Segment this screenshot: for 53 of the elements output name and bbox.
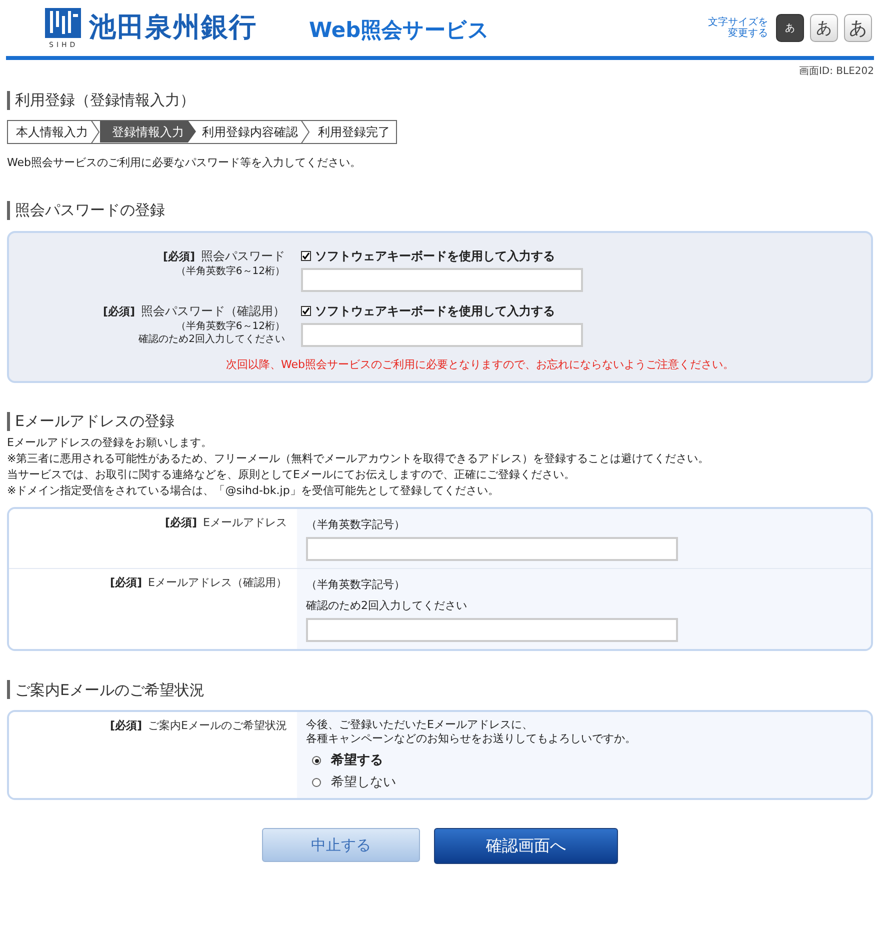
field-hint: 確認のため2回入力してください	[138, 333, 285, 346]
password-field[interactable]	[301, 322, 583, 346]
field-label: Eメールアドレス	[203, 514, 287, 530]
section-heading: Eメールアドレスの登録	[15, 411, 174, 432]
required-label: [必須]	[110, 718, 142, 734]
checkbox[interactable]	[301, 306, 311, 316]
field-label: ご案内Eメールのご希望状況	[148, 718, 287, 734]
note-text: Eメールアドレスの登録をお願いします。	[7, 434, 213, 450]
warning-text: 次回以降、Web照会サービスのご利用に必要となりますので、お忘れにならないようご注意ください。	[226, 356, 734, 372]
field-hint: （半角英数字記号）	[306, 516, 406, 532]
confirm-button[interactable]: 確認画面へ	[434, 828, 618, 864]
intro-text: Web照会サービスのご利用に必要なパスワード等を入力してください。	[7, 154, 362, 170]
field-hint: （半角英数字記号）	[306, 576, 406, 592]
section-heading: ご案内Eメールのご希望状況	[15, 680, 204, 700]
field-hint: （半角英数字6～12桁）	[176, 265, 285, 278]
font-size-label: 変更する	[728, 28, 768, 39]
radio-button[interactable]	[312, 756, 321, 766]
email-field[interactable]	[306, 618, 678, 642]
service-title: Web照会サービス	[309, 17, 490, 44]
font-size-label: 文字サイズを	[708, 17, 768, 28]
field-hint: 確認のため2回入力してください	[306, 598, 468, 614]
field-label: 照会パスワード	[201, 248, 285, 264]
question-text: 今後、ご登録いただいたEメールアドレスに、	[306, 718, 534, 732]
field-hint: （半角英数字6～12桁）	[176, 320, 285, 333]
step-label: 利用登録完了	[318, 124, 390, 140]
checkbox-label: ソフトウェアキーボードを使用して入力する	[315, 302, 555, 320]
field-label: Eメールアドレス（確認用）	[148, 574, 287, 590]
required-label: [必須]	[164, 514, 198, 530]
section-heading: 照会パスワードの登録	[15, 200, 165, 221]
question-text: 各種キャンペーンなどのお知らせをお送りしてもよろしいですか。	[306, 732, 637, 746]
radio-label: 希望する	[331, 752, 383, 770]
bank-name: 池田泉州銀行	[89, 12, 257, 44]
step-label: 利用登録内容確認	[202, 124, 298, 140]
note-text: 当サービスでは、お取引に関する連絡などを、原則としてEメールにてお伝えしますので、正確にご登録ください。	[7, 466, 576, 482]
radio-label: 希望しない	[331, 774, 396, 792]
field-label: 照会パスワード（確認用）	[141, 302, 285, 320]
required-label: [必須]	[102, 304, 135, 320]
required-label: [必須]	[162, 248, 195, 264]
email-field[interactable]	[306, 536, 678, 560]
page-title: 利用登録（登録情報入力）	[15, 90, 195, 111]
note-text: ※第三者に悪用される可能性があるため、フリーメール（無料でメールアカウントを取得できるアドレス）を登録することは避けてください。	[7, 450, 710, 466]
checkbox[interactable]	[301, 250, 311, 260]
step-label: 登録情報入力	[112, 124, 184, 140]
note-text: ※ドメイン指定受信をされている場合は、「@sihd-bk.jp」を受信可能先として登録してください。	[7, 482, 500, 498]
checkbox-label: ソフトウェアキーボードを使用して入力する	[315, 248, 555, 264]
font-size-button[interactable]: あ	[844, 14, 872, 42]
font-size-button[interactable]: あ	[776, 14, 804, 42]
password-field[interactable]	[301, 268, 583, 292]
required-label: [必須]	[110, 574, 142, 590]
font-size-button[interactable]: あ	[810, 14, 838, 42]
radio-button[interactable]	[312, 778, 321, 787]
screen-id: 画面ID: BLE202	[798, 65, 874, 79]
step-label: 本人情報入力	[16, 124, 88, 140]
